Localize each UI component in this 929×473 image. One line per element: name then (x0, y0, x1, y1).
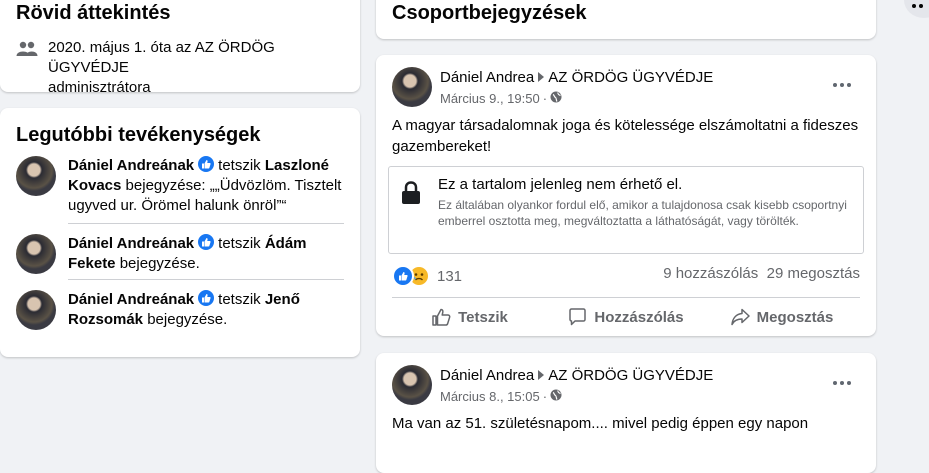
post-meta: Március 9., 19:50 · (440, 91, 562, 106)
post-options-button[interactable] (824, 73, 860, 97)
share-count-link[interactable]: 29 megosztás (767, 265, 860, 282)
post-group-link[interactable]: AZ ÖRDÖG ÜGYVÉDJE (548, 69, 713, 86)
triangle-right-icon (538, 72, 545, 82)
admin-role: adminisztrátora (48, 79, 151, 96)
group-posts-title: Csoportbejegyzések (392, 2, 587, 24)
post-author-link[interactable]: Dániel Andrea (440, 69, 534, 86)
activity-item[interactable]: Dániel Andreának tetszik Ádám Fekete beje… (16, 234, 344, 274)
activity-verb: tetszik (218, 291, 261, 308)
activity-text: bejegyzése. (119, 255, 200, 272)
unavailable-description: Ez általában olyankor fordul elő, amikor… (438, 198, 847, 228)
activity-verb: tetszik (218, 235, 261, 252)
divider (68, 279, 344, 280)
like-label: Tetszik (458, 308, 508, 326)
activity-actor-link[interactable]: Dániel Andreának (68, 235, 194, 252)
overview-card: Rövid áttekintés 2020. május 1. óta az A… (0, 0, 360, 96)
activity-actor-link[interactable]: Dániel Andreának (68, 291, 194, 308)
avatar[interactable] (16, 156, 56, 196)
like-icon (198, 156, 215, 172)
unavailable-content-box: Ez a tartalom jelenleg nem érhető el. Ez… (388, 166, 864, 254)
post-reactions-bar: 131 9 hozzászólás 29 megosztás (392, 265, 860, 287)
activity-verb: tetszik (218, 157, 261, 174)
activity-text: bejegyzése. (147, 311, 228, 328)
like-icon (198, 290, 215, 306)
lock-icon (401, 181, 421, 210)
overview-title: Rövid áttekintés (16, 2, 171, 24)
avatar[interactable] (392, 365, 432, 405)
post-card: Dániel Andrea AZ ÖRDÖG ÜGYVÉDJE Március 9… (376, 55, 876, 336)
post-header: Dániel Andrea AZ ÖRDÖG ÜGYVÉDJE (440, 367, 713, 384)
activity-item[interactable]: Dániel Andreának tetszik Laszloné Kovacs … (16, 156, 344, 216)
post-card: Dániel Andrea AZ ÖRDÖG ÜGYVÉDJE Március 8… (376, 353, 876, 473)
like-button[interactable]: Tetszik (392, 303, 548, 331)
reaction-count: 131 (437, 267, 463, 285)
admin-since: 2020. május 1. óta az (48, 39, 192, 56)
post-meta: Március 8., 15:05 · (440, 389, 562, 404)
thumbs-up-icon (432, 308, 451, 326)
post-header: Dániel Andrea AZ ÖRDÖG ÜGYVÉDJE (440, 69, 713, 86)
divider (392, 297, 860, 298)
group-posts-header: Csoportbejegyzések (376, 0, 876, 39)
post-text: A magyar társadalomnak joga és kötelessé… (392, 117, 859, 155)
like-icon (198, 234, 215, 250)
more-options-button[interactable] (904, 0, 929, 18)
comment-label: Hozzászólás (594, 308, 684, 326)
post-timestamp-link[interactable]: Március 9., 19:50 (440, 91, 540, 106)
post-timestamp-link[interactable]: Március 8., 15:05 (440, 389, 540, 404)
activity-title: Legutóbbi tevékenységek (16, 124, 261, 146)
reaction-summary[interactable]: 131 (392, 265, 462, 287)
triangle-right-icon (538, 370, 545, 380)
people-icon (16, 41, 40, 98)
globe-icon (550, 389, 562, 404)
activity-item[interactable]: Dániel Andreának tetszik Jenő Rozsomák be… (16, 290, 344, 330)
share-icon (730, 308, 750, 326)
comment-count-link[interactable]: 9 hozzászólás (663, 265, 758, 282)
unavailable-title: Ez a tartalom jelenleg nem érhető el. (438, 176, 683, 193)
post-actions: Tetszik Hozzászólás Megosztás (392, 303, 860, 331)
divider (68, 223, 344, 224)
activity-actor-link[interactable]: Dániel Andreának (68, 157, 194, 174)
share-label: Megosztás (756, 308, 834, 326)
like-icon (392, 265, 414, 287)
share-button[interactable]: Megosztás (704, 303, 860, 331)
avatar[interactable] (16, 290, 56, 330)
post-options-button[interactable] (824, 371, 860, 395)
recent-activity-card: Legutóbbi tevékenységek Dániel Andreának… (0, 108, 360, 357)
globe-icon (550, 91, 562, 106)
admin-info: 2020. május 1. óta az AZ ÖRDÖG ÜGYVÉDJE … (16, 38, 348, 98)
avatar[interactable] (392, 67, 432, 107)
comment-button[interactable]: Hozzászólás (548, 303, 704, 331)
comment-icon (569, 308, 587, 326)
post-author-link[interactable]: Dániel Andrea (440, 367, 534, 384)
post-group-link[interactable]: AZ ÖRDÖG ÜGYVÉDJE (548, 367, 713, 384)
avatar[interactable] (16, 234, 56, 274)
